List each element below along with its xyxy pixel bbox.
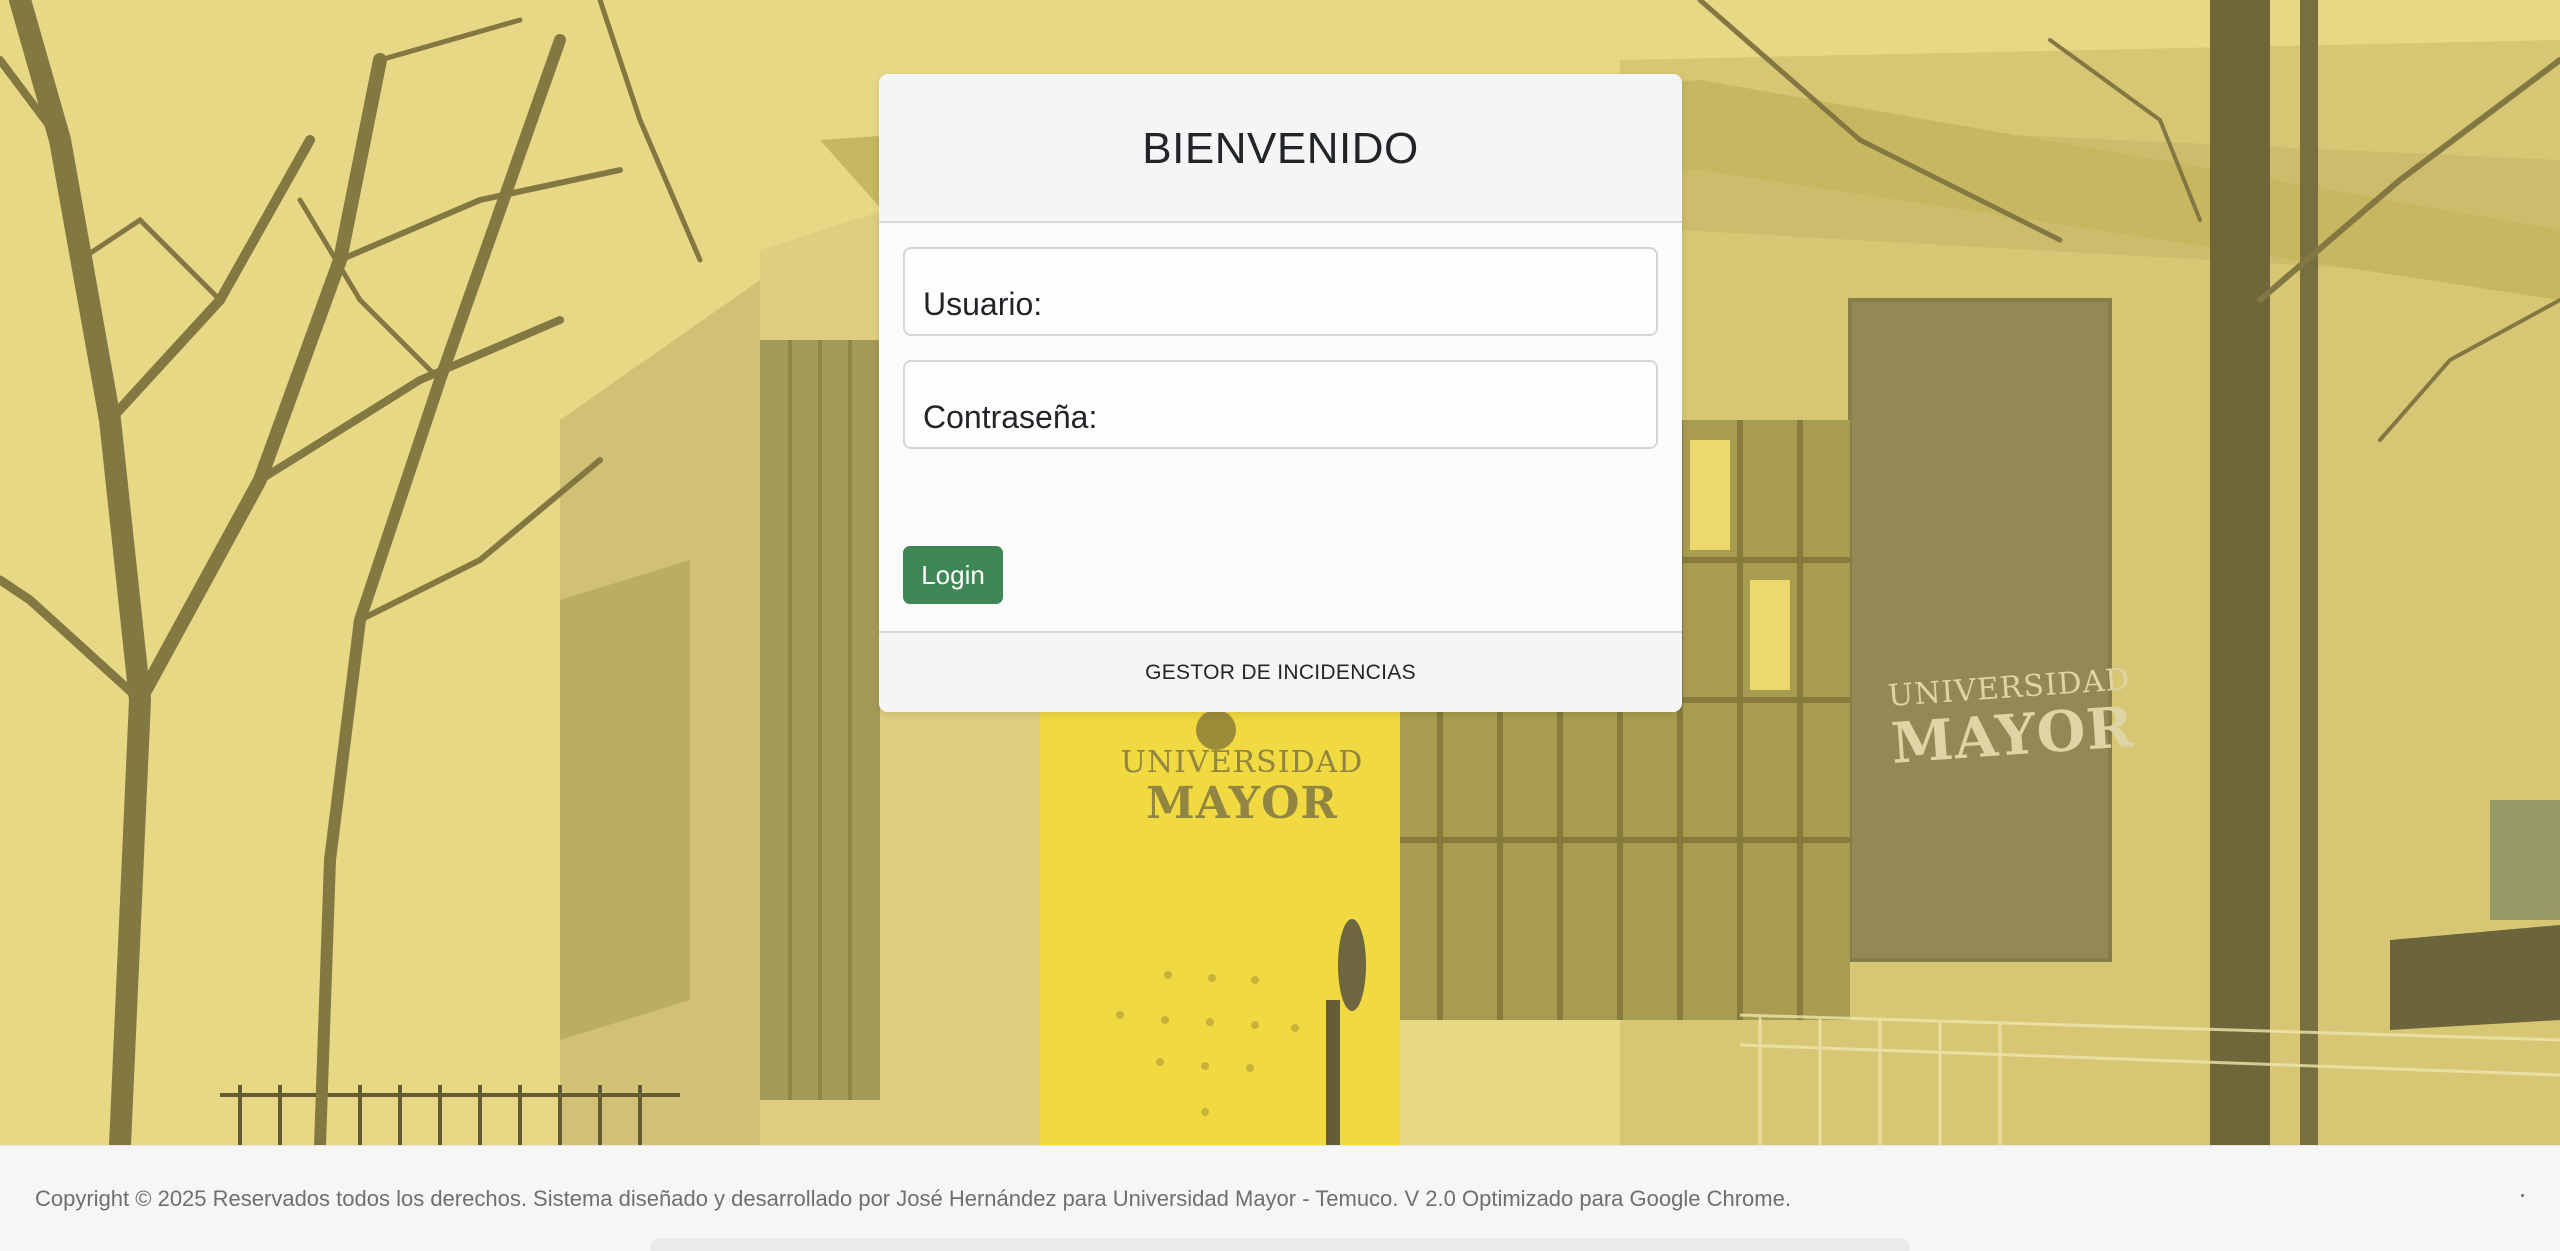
login-card-footer: GESTOR DE INCIDENCIAS [879, 631, 1682, 712]
password-input[interactable] [905, 362, 1656, 447]
login-card: BIENVENIDO Login GESTOR DE INCIDENCIAS [879, 74, 1682, 712]
password-field-container [903, 360, 1658, 449]
footer-bottom-bar [650, 1238, 1910, 1251]
footer-dot [2521, 1194, 2524, 1197]
login-button[interactable]: Login [903, 546, 1003, 604]
username-field-container [903, 247, 1658, 336]
side-wall-sign: UNIVERSIDAD MAYOR [1887, 662, 2137, 777]
page-footer: Copyright © 2025 Reservados todos los de… [0, 1145, 2560, 1251]
front-wall-sign: UNIVERSIDAD MAYOR [1112, 748, 1372, 826]
login-title: BIENVENIDO [1142, 123, 1419, 173]
front-sign-line1: UNIVERSIDAD [1120, 745, 1364, 780]
username-input[interactable] [905, 249, 1656, 334]
side-sign-line2: MAYOR [1889, 694, 2137, 777]
copyright-text: Copyright © 2025 Reservados todos los de… [35, 1186, 1791, 1211]
login-card-header: BIENVENIDO [879, 74, 1682, 223]
app-name-label: GESTOR DE INCIDENCIAS [1145, 660, 1416, 684]
login-form: Login [879, 223, 1682, 631]
front-sign-line2: MAYOR [1146, 778, 1338, 829]
